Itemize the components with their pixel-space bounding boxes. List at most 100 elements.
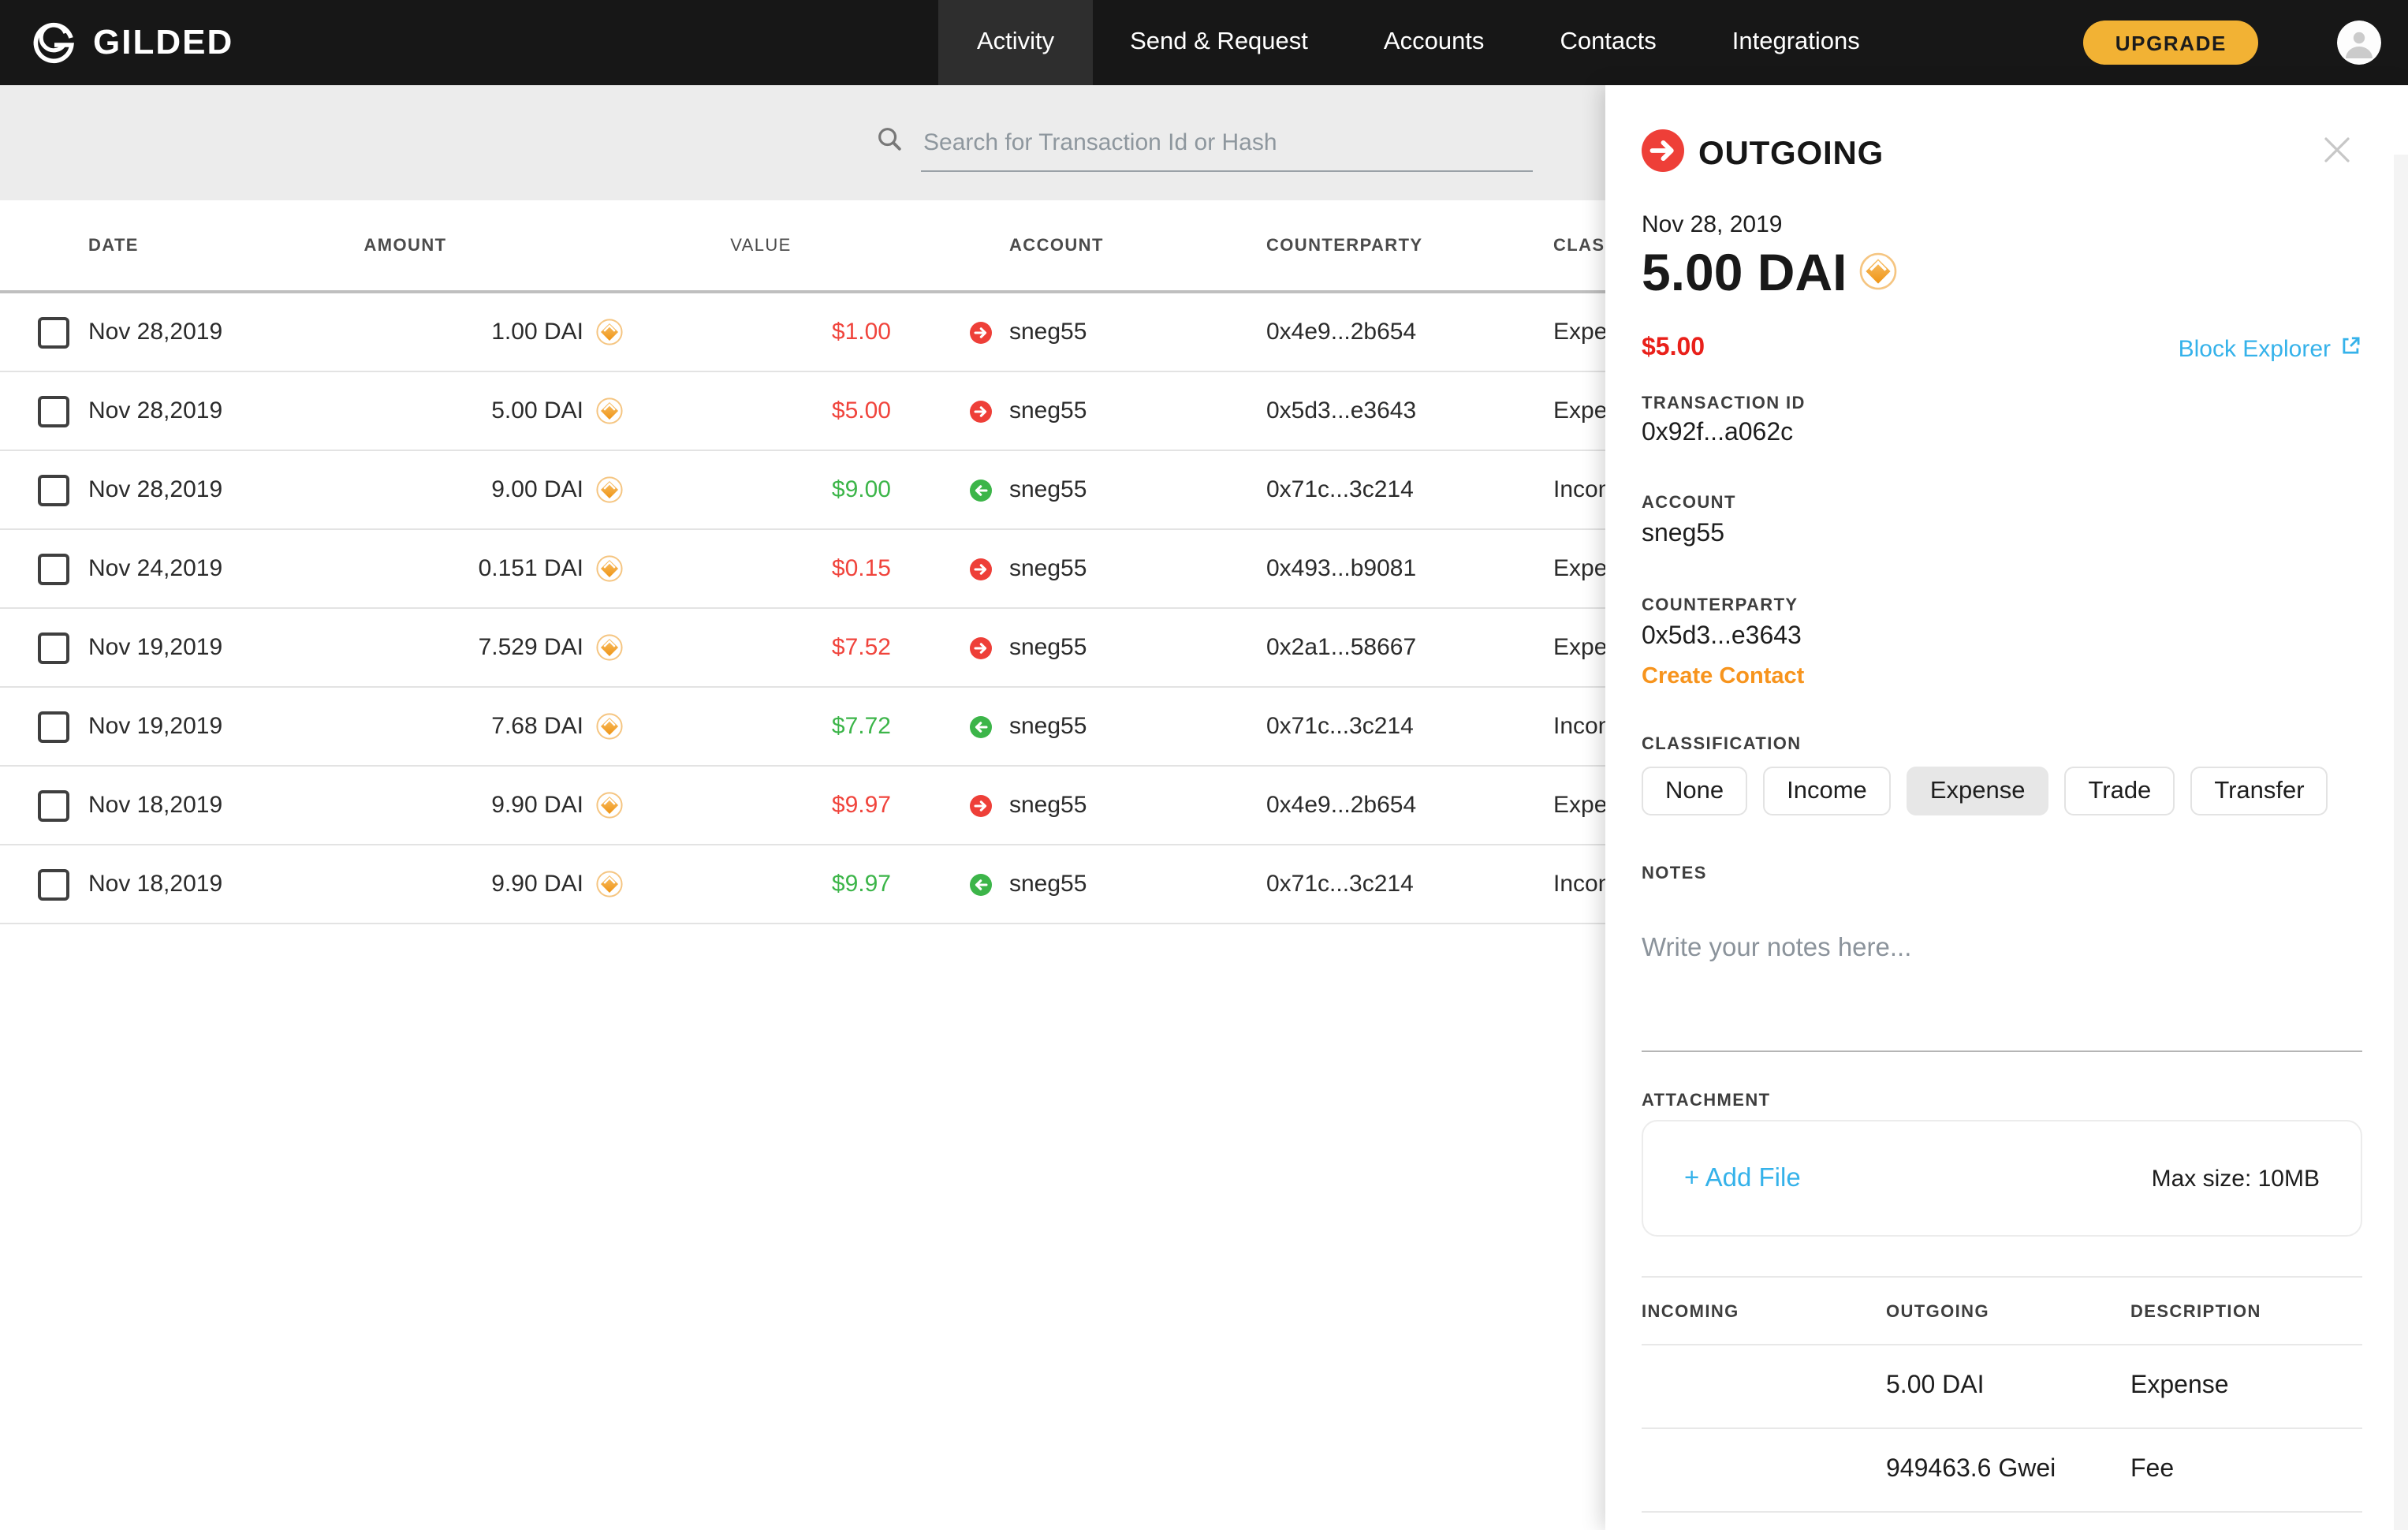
block-explorer-label: Block Explorer <box>2179 335 2331 362</box>
cell-date: Nov 24,2019 <box>88 555 293 582</box>
cell-account: sneg55 <box>992 397 1249 424</box>
cell-value: $0.15 <box>631 555 891 582</box>
header-account: ACCOUNT <box>992 236 1249 255</box>
dai-token-icon <box>583 555 631 582</box>
account-value: sneg55 <box>1642 521 1724 549</box>
brand-name: GILDED <box>93 22 233 63</box>
breakdown-header-row: INCOMING OUTGOING DESCRIPTION <box>1642 1303 2362 1345</box>
cell-counterparty: 0x2a1...58667 <box>1249 634 1536 661</box>
row-checkbox[interactable] <box>38 474 69 506</box>
dai-token-icon <box>1859 243 1897 303</box>
cell-counterparty: 0x71c...3c214 <box>1249 476 1536 503</box>
cell-counterparty: 0x5d3...e3643 <box>1249 397 1536 424</box>
cell-date: Nov 19,2019 <box>88 634 293 661</box>
cell-value: $9.00 <box>631 476 891 503</box>
transaction-id-value: 0x92f...a062c <box>1642 420 1793 448</box>
breakdown-row: 5.00 DAIExpense <box>1642 1345 2362 1429</box>
row-checkbox[interactable] <box>38 711 69 742</box>
outgoing-direction-icon <box>1642 129 1684 180</box>
row-checkbox[interactable] <box>38 316 69 348</box>
breakdown-body: 5.00 DAIExpense949463.6 GweiFee <box>1642 1345 2362 1513</box>
direction-icon <box>891 558 992 580</box>
classification-option-expense[interactable]: Expense <box>1907 767 2049 815</box>
counterparty-value: 0x5d3...e3643 <box>1642 623 1802 651</box>
dai-token-icon <box>583 476 631 503</box>
cell-account: sneg55 <box>992 555 1249 582</box>
panel-usd-value: $5.00 <box>1642 334 1705 363</box>
dai-token-icon <box>583 713 631 740</box>
cell-counterparty: 0x71c...3c214 <box>1249 871 1536 897</box>
row-checkbox-cell <box>0 868 88 900</box>
search-icon <box>876 126 901 159</box>
breakdown-cell-outgoing: 5.00 DAI <box>1886 1372 2130 1401</box>
counterparty-label: COUNTERPARTY <box>1642 596 1799 615</box>
cell-amount: 7.68 DAI <box>293 713 583 740</box>
classification-option-none[interactable]: None <box>1642 767 1747 815</box>
cell-amount: 5.00 DAI <box>293 397 583 424</box>
row-checkbox[interactable] <box>38 868 69 900</box>
upgrade-button[interactable]: UPGRADE <box>2084 21 2258 65</box>
row-checkbox[interactable] <box>38 395 69 427</box>
row-checkbox[interactable] <box>38 789 69 821</box>
dai-token-icon <box>583 792 631 819</box>
cell-value: $9.97 <box>631 871 891 897</box>
close-icon[interactable] <box>2320 132 2354 167</box>
notes-textarea[interactable] <box>1642 893 2362 1052</box>
nav-item-activity[interactable]: Activity <box>939 0 1092 85</box>
search-input[interactable] <box>920 114 1532 172</box>
cell-date: Nov 19,2019 <box>88 713 293 740</box>
row-checkbox-cell <box>0 474 88 506</box>
nav-item-integrations[interactable]: Integrations <box>1694 0 1898 85</box>
dai-token-icon <box>583 634 631 661</box>
row-checkbox-cell <box>0 395 88 427</box>
panel-title: OUTGOING <box>1698 136 1884 174</box>
transaction-detail-panel: OUTGOING Nov 28, 2019 5.00 DAI $5.00 Blo… <box>1605 85 2408 1530</box>
row-checkbox[interactable] <box>38 553 69 584</box>
nav-item-contacts[interactable]: Contacts <box>1522 0 1694 85</box>
breakdown-cell-description: Expense <box>2130 1372 2362 1401</box>
row-checkbox-cell <box>0 632 88 663</box>
external-link-icon <box>2340 334 2362 363</box>
header-value: VALUE <box>631 236 891 255</box>
cell-account: sneg55 <box>992 319 1249 345</box>
user-avatar[interactable] <box>2337 21 2381 65</box>
breakdown-table: INCOMING OUTGOING DESCRIPTION 5.00 DAIEx… <box>1642 1303 2362 1513</box>
brand[interactable]: GILDED <box>0 0 233 85</box>
block-explorer-link[interactable]: Block Explorer <box>2179 334 2362 363</box>
header-amount: AMOUNT <box>293 236 583 255</box>
cell-counterparty: 0x4e9...2b654 <box>1249 319 1536 345</box>
add-file-button[interactable]: + Add File <box>1684 1163 1801 1193</box>
cell-amount: 9.90 DAI <box>293 792 583 819</box>
header-date: DATE <box>88 236 293 255</box>
cell-amount: 7.529 DAI <box>293 634 583 661</box>
cell-date: Nov 18,2019 <box>88 792 293 819</box>
breakdown-cell-outgoing: 949463.6 Gwei <box>1886 1456 2130 1484</box>
classification-label: CLASSIFICATION <box>1642 735 1802 754</box>
attachment-dropzone: + Add File Max size: 10MB <box>1642 1120 2362 1237</box>
breakdown-header-outgoing: OUTGOING <box>1886 1303 2130 1322</box>
row-checkbox-cell <box>0 789 88 821</box>
classification-option-transfer[interactable]: Transfer <box>2190 767 2328 815</box>
classification-button-group: None Income Expense Trade Transfer <box>1642 767 2328 815</box>
classification-option-income[interactable]: Income <box>1763 767 1891 815</box>
cell-date: Nov 28,2019 <box>88 476 293 503</box>
main-nav: ActivitySend & RequestAccountsContactsIn… <box>939 0 1898 85</box>
cell-counterparty: 0x493...b9081 <box>1249 555 1536 582</box>
row-checkbox[interactable] <box>38 632 69 663</box>
row-checkbox-cell <box>0 711 88 742</box>
nav-item-accounts[interactable]: Accounts <box>1346 0 1523 85</box>
max-size-label: Max size: 10MB <box>2152 1165 2320 1192</box>
panel-scrollbar[interactable] <box>2394 155 2408 1530</box>
cell-date: Nov 28,2019 <box>88 319 293 345</box>
direction-icon <box>891 873 992 895</box>
panel-amount-text: 5.00 DAI <box>1642 243 1847 303</box>
cell-account: sneg55 <box>992 792 1249 819</box>
gilded-app: GILDED ActivitySend & RequestAccountsCon… <box>0 0 2408 1530</box>
cell-value: $5.00 <box>631 397 891 424</box>
dai-token-icon <box>583 397 631 424</box>
cell-account: sneg55 <box>992 476 1249 503</box>
create-contact-link[interactable]: Create Contact <box>1642 664 1804 689</box>
cell-amount: 1.00 DAI <box>293 319 583 345</box>
nav-item-send-request[interactable]: Send & Request <box>1092 0 1346 85</box>
classification-option-trade[interactable]: Trade <box>2064 767 2175 815</box>
